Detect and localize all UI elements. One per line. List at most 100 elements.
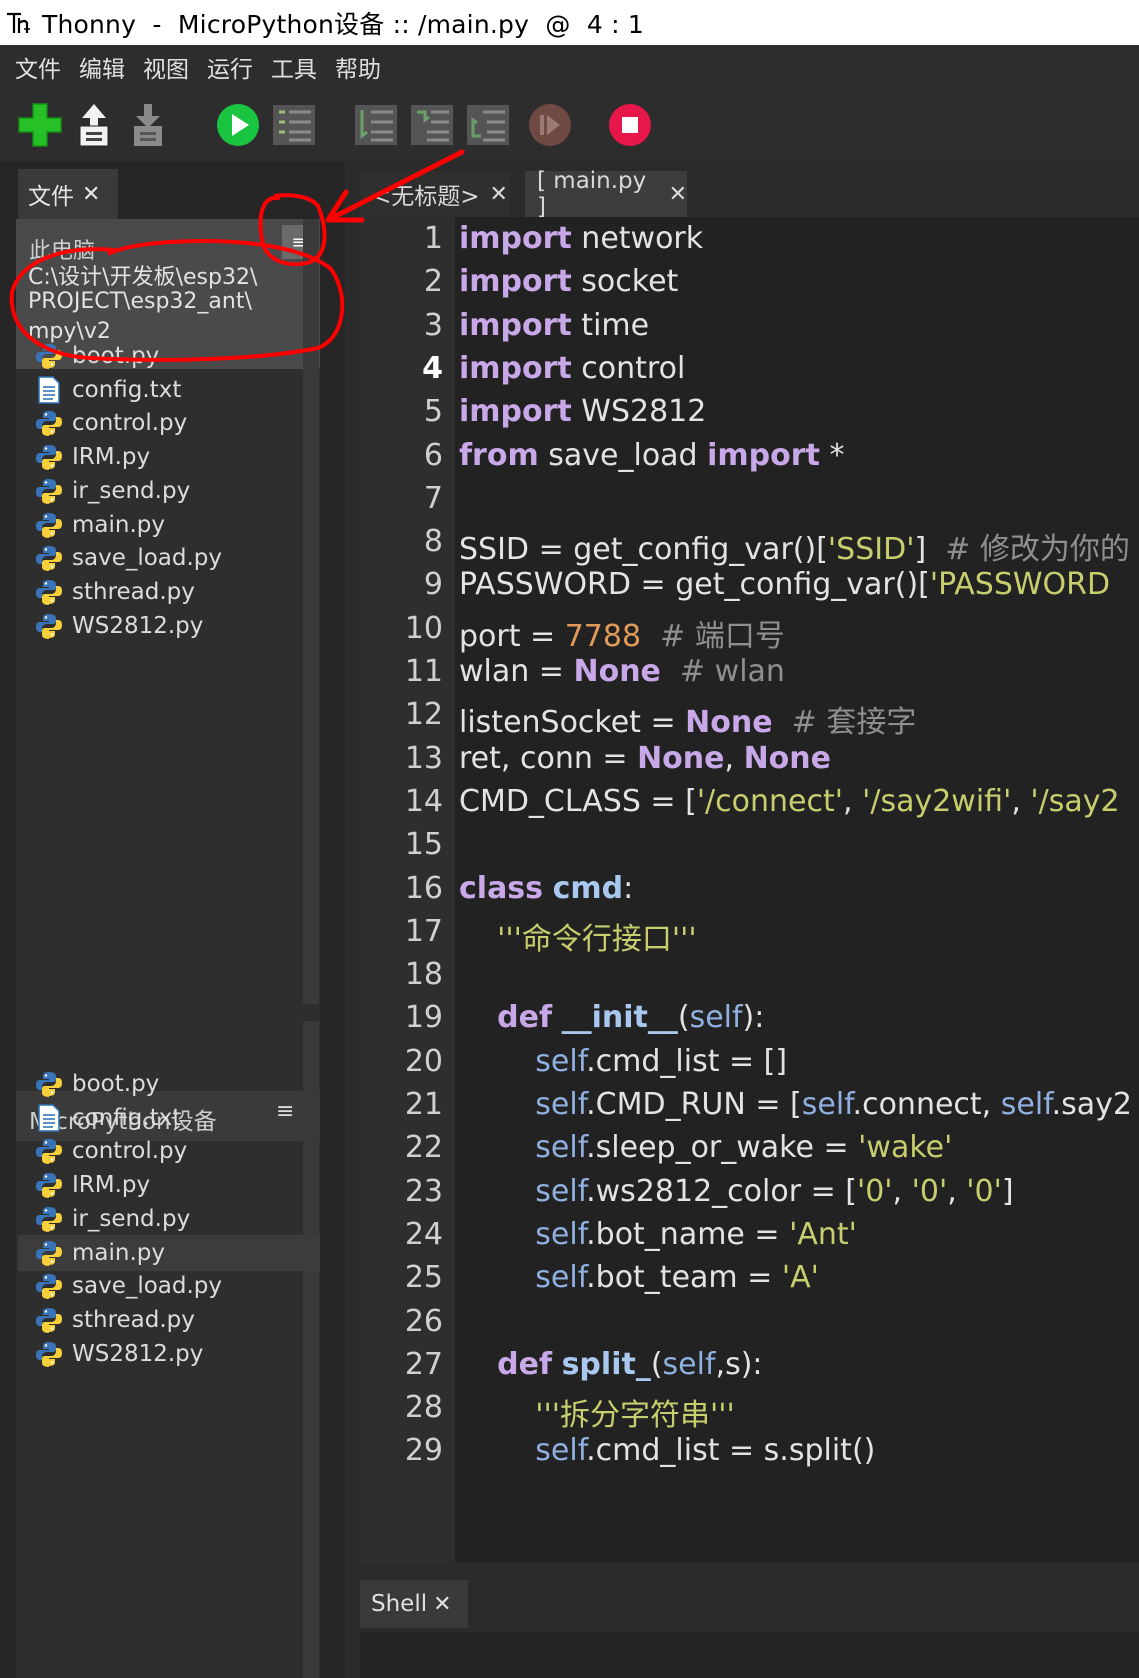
file-item[interactable]: control.py — [18, 405, 320, 441]
close-icon[interactable]: ✕ — [490, 182, 508, 207]
file-item[interactable]: main.py — [18, 1234, 320, 1271]
menu-tools[interactable]: 工具 — [271, 50, 317, 84]
code-token: .connect, — [852, 1087, 1001, 1122]
line-number: 10 — [404, 610, 443, 646]
new-file-icon[interactable] — [16, 101, 64, 149]
code-token: ,s): — [715, 1346, 763, 1382]
python-file-icon — [34, 1305, 64, 1335]
code-token: , — [892, 1173, 912, 1209]
tab-untitled[interactable]: <无标题> ✕ — [360, 171, 510, 217]
code-line: class cmd: — [459, 871, 633, 906]
menu-file[interactable]: 文件 — [15, 50, 61, 84]
file-name: config.txt — [72, 376, 182, 403]
code-token: self — [535, 1216, 587, 1252]
file-item[interactable]: boot.py — [18, 338, 320, 374]
file-item[interactable]: config.txt — [18, 372, 320, 408]
file-item[interactable]: ir_send.py — [18, 1201, 320, 1237]
close-icon[interactable]: ✕ — [433, 1592, 451, 1617]
code-token: SSID = get_config_var()[ — [459, 532, 828, 568]
stop-icon[interactable] — [606, 101, 654, 149]
file-item[interactable]: IRM.py — [18, 1167, 320, 1203]
menu-edit[interactable]: 编辑 — [79, 50, 125, 84]
python-file-icon — [34, 577, 64, 607]
python-file-icon — [34, 1204, 64, 1234]
file-item[interactable]: main.py — [18, 507, 320, 543]
code-token: .ws2812_color = [ — [586, 1173, 857, 1209]
line-number: 26 — [404, 1303, 443, 1339]
file-item[interactable]: save_load.py — [18, 540, 320, 576]
code-token: self — [535, 1173, 587, 1209]
tab-files[interactable]: 文件 ✕ — [18, 169, 118, 219]
run-icon[interactable] — [214, 101, 262, 149]
menu-help[interactable]: 帮助 — [335, 50, 381, 84]
file-name: control.py — [72, 410, 188, 437]
file-item[interactable]: control.py — [18, 1133, 320, 1169]
file-name: save_load.py — [72, 1273, 223, 1300]
tab-main-py[interactable]: [ main.py ] ✕ — [525, 168, 687, 220]
python-file-icon — [34, 341, 64, 371]
code-token: def — [497, 1346, 553, 1382]
line-number: 8 — [423, 524, 443, 560]
code-token: .cmd_list = [] — [586, 1043, 788, 1079]
resume-icon[interactable] — [526, 101, 574, 149]
save-file-icon[interactable] — [124, 101, 172, 149]
line-number: 2 — [423, 264, 443, 300]
file-item[interactable]: WS2812.py — [18, 608, 320, 644]
file-item[interactable]: config.txt — [18, 1100, 320, 1136]
code-token: '''命令行接口''' — [497, 921, 697, 957]
code-token: split_ — [561, 1346, 651, 1382]
code-line: listenSocket = None # 套接字 — [459, 697, 916, 741]
shell-console[interactable] — [360, 1632, 1139, 1678]
close-icon[interactable]: ✕ — [82, 182, 100, 207]
code-line: import WS2812 — [459, 394, 706, 429]
menu-view[interactable]: 视图 — [143, 50, 189, 84]
path-line[interactable]: PROJECT\esp32_ant\ — [28, 289, 252, 314]
python-file-icon — [34, 543, 64, 573]
code-editor[interactable]: import network import socket import time im… — [455, 217, 1139, 1562]
code-token: WS2812 — [571, 394, 707, 430]
tab-shell[interactable]: Shell ✕ — [360, 1580, 468, 1628]
code-token: def — [497, 1000, 553, 1036]
step-out-icon[interactable] — [464, 101, 512, 149]
code-token: self — [535, 1433, 587, 1469]
file-item[interactable]: ir_send.py — [18, 473, 320, 509]
code-token: None — [743, 740, 831, 776]
file-name: boot.py — [72, 1071, 160, 1097]
code-token: ] — [914, 532, 946, 568]
code-line: self.CMD_RUN = [self.connect, self.say2 — [459, 1087, 1132, 1122]
file-item[interactable]: sthread.py — [18, 574, 320, 610]
file-item[interactable]: boot.py — [18, 1066, 320, 1102]
menu-run[interactable]: 运行 — [207, 50, 253, 84]
debug-icon[interactable] — [270, 101, 318, 149]
code-token: 'SSID' — [827, 532, 915, 568]
close-icon[interactable]: ✕ — [669, 182, 687, 207]
file-item[interactable]: sthread.py — [18, 1302, 320, 1338]
code-token: import — [459, 264, 572, 300]
line-number: 25 — [404, 1260, 443, 1296]
code-token: PASSWORD = get_config_var()[ — [459, 567, 930, 603]
line-number: 20 — [404, 1043, 443, 1079]
python-file-icon — [34, 442, 64, 472]
code-token: self — [535, 1043, 587, 1079]
file-item[interactable]: WS2812.py — [18, 1336, 320, 1372]
code-token: 'wake' — [858, 1130, 953, 1166]
line-number: 15 — [404, 827, 443, 863]
file-item[interactable]: save_load.py — [18, 1268, 320, 1304]
path-line[interactable]: C:\设计\开发板\esp32\ — [28, 259, 257, 291]
step-over-icon[interactable] — [352, 101, 400, 149]
file-item[interactable]: IRM.py — [18, 439, 320, 475]
file-name: save_load.py — [72, 545, 223, 572]
line-number: 6 — [423, 437, 443, 473]
code-token: None — [685, 705, 773, 741]
code-token: .CMD_RUN = [ — [586, 1087, 802, 1122]
step-into-icon[interactable] — [408, 101, 456, 149]
code-line: '''命令行接口''' — [459, 914, 697, 958]
editor-tabs: <无标题> ✕ [ main.py ] ✕ — [360, 161, 1139, 220]
code-line: ret, conn = None, None — [459, 741, 831, 776]
open-file-icon[interactable] — [70, 101, 118, 149]
file-name: control.py — [72, 1138, 188, 1165]
